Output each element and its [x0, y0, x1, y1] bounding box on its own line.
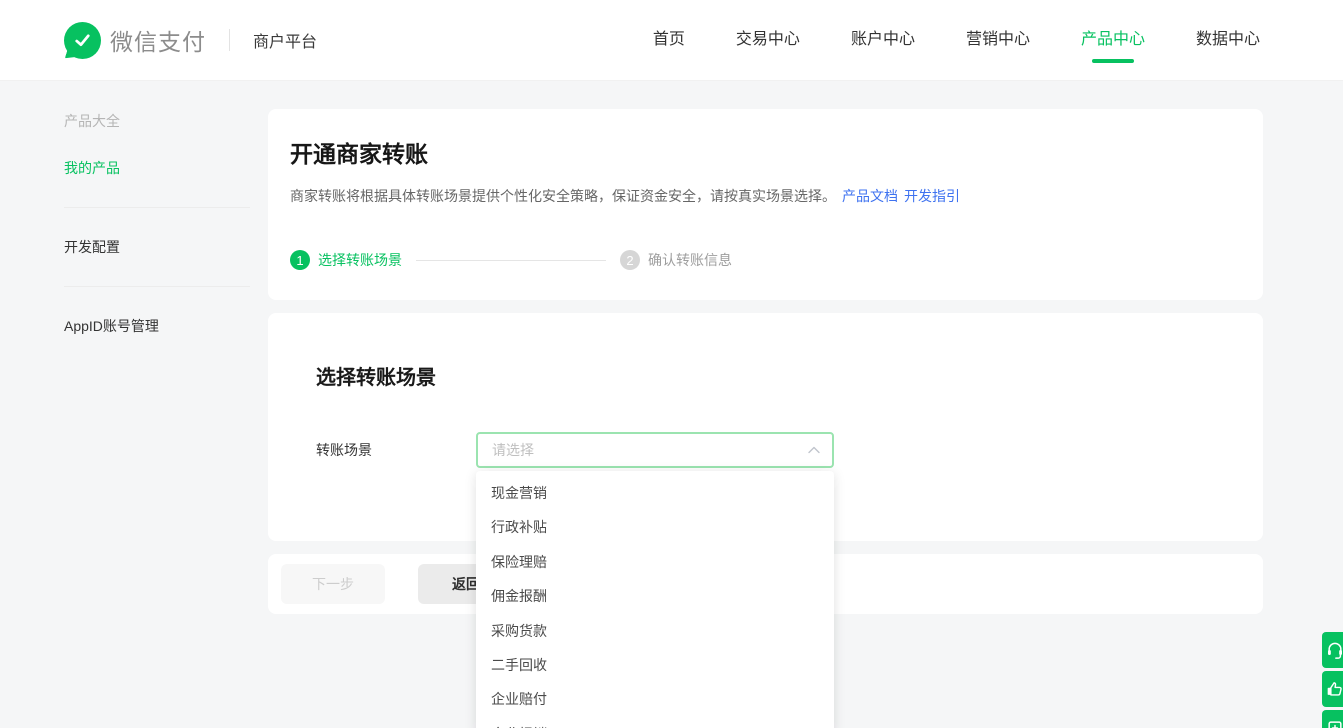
sidebar-item-product-catalog: 产品大全 — [64, 111, 250, 131]
sidebar: 产品大全 我的产品 开发配置 AppID账号管理 — [0, 81, 268, 336]
chevron-up-icon — [808, 446, 820, 454]
next-step-button[interactable]: 下一步 — [281, 564, 385, 604]
step-1-circle: 1 — [290, 250, 310, 270]
customer-service-icon — [1325, 640, 1343, 660]
transfer-scene-card: 选择转账场景 转账场景 请选择 现金营销 行政补贴 保险理赔 佣金报酬 — [268, 313, 1263, 541]
option-enterprise-compensation[interactable]: 企业赔付 — [476, 682, 834, 716]
sidebar-item-dev-config[interactable]: 开发配置 — [64, 237, 250, 257]
brand-divider — [229, 29, 230, 51]
nav-item-product-center[interactable]: 产品中心 — [1081, 17, 1145, 63]
transfer-scene-row: 转账场景 请选择 现金营销 行政补贴 保险理赔 佣金报酬 采购货款 — [316, 432, 1215, 468]
option-enterprise-reimbursement[interactable]: 企业报销 — [476, 717, 834, 728]
step-2-circle: 2 — [620, 250, 640, 270]
product-doc-link[interactable]: 产品文档 — [842, 188, 898, 204]
step-select-scene: 1 选择转账场景 — [290, 250, 402, 270]
dev-guide-link[interactable]: 开发指引 — [904, 188, 960, 204]
step-confirm-info: 2 确认转账信息 — [620, 250, 732, 270]
floating-side-bar — [1322, 632, 1343, 728]
step-2-label: 确认转账信息 — [648, 250, 732, 270]
step-connector — [416, 260, 606, 261]
brand: 微信支付 商户平台 — [64, 22, 317, 59]
sidebar-divider — [64, 286, 250, 287]
step-1-label: 选择转账场景 — [318, 250, 402, 270]
option-secondhand-recycle[interactable]: 二手回收 — [476, 648, 834, 682]
platform-name: 商户平台 — [253, 28, 317, 52]
sidebar-item-my-products[interactable]: 我的产品 — [64, 158, 250, 178]
main-layout: 产品大全 我的产品 开发配置 AppID账号管理 开通商家转账 商家转账将根据具… — [0, 81, 1343, 614]
app-header: 微信支付 商户平台 首页 交易中心 账户中心 营销中心 产品中心 数据中心 — [0, 0, 1343, 81]
option-insurance-claim[interactable]: 保险理赔 — [476, 545, 834, 579]
brand-name: 微信支付 — [110, 23, 206, 57]
content-area: 开通商家转账 商家转账将根据具体转账场景提供个性化安全策略，保证资金安全，请按真… — [268, 81, 1263, 614]
feedback-button[interactable] — [1322, 671, 1343, 707]
option-commission[interactable]: 佣金报酬 — [476, 579, 834, 613]
option-admin-subsidy[interactable]: 行政补贴 — [476, 510, 834, 544]
page-title: 开通商家转账 — [290, 135, 1241, 169]
top-nav: 首页 交易中心 账户中心 营销中心 产品中心 数据中心 — [653, 17, 1260, 63]
nav-item-home[interactable]: 首页 — [653, 17, 685, 63]
nav-item-marketing-center[interactable]: 营销中心 — [966, 17, 1030, 63]
page-description: 商家转账将根据具体转账场景提供个性化安全策略，保证资金安全，请按真实场景选择。产… — [290, 186, 1241, 206]
sidebar-item-appid-management[interactable]: AppID账号管理 — [64, 316, 250, 336]
description-text: 商家转账将根据具体转账场景提供个性化安全策略，保证资金安全，请按真实场景选择。 — [290, 188, 836, 204]
nav-item-data-center[interactable]: 数据中心 — [1196, 17, 1260, 63]
feedback-icon — [1325, 679, 1343, 699]
option-procurement[interactable]: 采购货款 — [476, 614, 834, 648]
option-cash-marketing[interactable]: 现金营销 — [476, 476, 834, 510]
intro-card: 开通商家转账 商家转账将根据具体转账场景提供个性化安全策略，保证资金安全，请按真… — [268, 109, 1263, 300]
nav-item-transaction-center[interactable]: 交易中心 — [736, 17, 800, 63]
nav-item-account-center[interactable]: 账户中心 — [851, 17, 915, 63]
more-button[interactable] — [1322, 710, 1343, 728]
sidebar-divider — [64, 207, 250, 208]
check-icon — [72, 30, 93, 51]
more-icon — [1325, 718, 1343, 728]
transfer-scene-label: 转账场景 — [316, 432, 476, 468]
transfer-scene-select-wrap: 请选择 现金营销 行政补贴 保险理赔 佣金报酬 采购货款 二手回收 企业赔付 企… — [476, 432, 834, 468]
select-placeholder: 请选择 — [492, 440, 808, 460]
steps-indicator: 1 选择转账场景 2 确认转账信息 — [290, 250, 1241, 270]
transfer-scene-select[interactable]: 请选择 — [476, 432, 834, 468]
transfer-scene-dropdown: 现金营销 行政补贴 保险理赔 佣金报酬 采购货款 二手回收 企业赔付 企业报销 — [476, 471, 834, 728]
wechat-pay-logo — [64, 22, 101, 59]
section-heading: 选择转账场景 — [316, 361, 1215, 390]
customer-service-button[interactable] — [1322, 632, 1343, 668]
